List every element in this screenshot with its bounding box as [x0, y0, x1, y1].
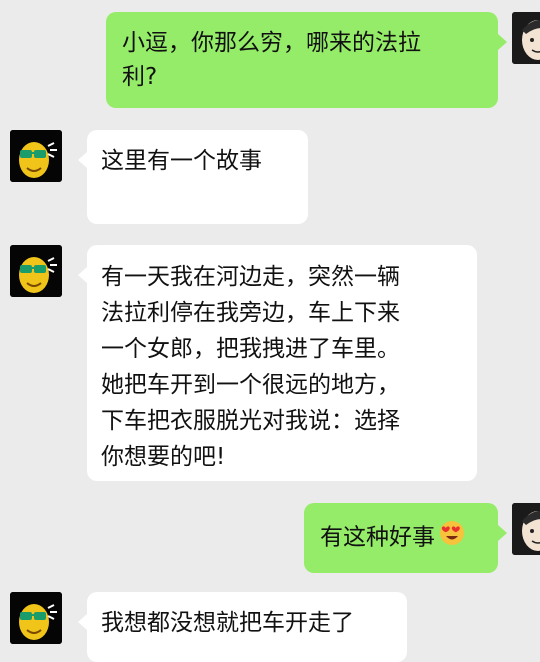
sender-avatar[interactable] [10, 245, 62, 297]
sketch-face-icon [512, 12, 540, 64]
sunglasses-cartoon-icon [10, 245, 62, 297]
message-text: 这里有一个故事 [101, 148, 262, 174]
sender-avatar[interactable] [10, 592, 62, 644]
bubble-tail [78, 152, 87, 168]
message-text: 有一天我在河边走，突然一辆 法拉利停在我旁边，车上下来 一个女郎，把我拽进了车里… [101, 264, 400, 470]
bubble-tail [498, 525, 507, 541]
message-text: 我想都没想就把车开走了 [101, 610, 354, 636]
sender-avatar[interactable] [10, 130, 62, 182]
outgoing-message-bubble[interactable]: 有这种好事 [304, 503, 507, 573]
bubble-tail [498, 34, 507, 50]
heart-eyes-emoji-icon [439, 520, 465, 556]
incoming-message-bubble[interactable]: 这里有一个故事 [78, 130, 308, 224]
incoming-message-bubble[interactable]: 有一天我在河边走，突然一辆 法拉利停在我旁边，车上下来 一个女郎，把我拽进了车里… [78, 245, 477, 481]
message-text: 小逗，你那么穷，哪来的法拉 利? [122, 30, 421, 90]
incoming-message-bubble[interactable]: 我想都没想就把车开走了 [78, 592, 407, 662]
outgoing-message-bubble[interactable]: 小逗，你那么穷，哪来的法拉 利? [106, 12, 507, 108]
message-text: 有这种好事 [320, 524, 435, 551]
sunglasses-cartoon-icon [10, 592, 62, 644]
self-avatar[interactable] [512, 12, 540, 64]
bubble-tail [78, 267, 87, 283]
bubble-tail [78, 614, 87, 630]
sunglasses-cartoon-icon [10, 130, 62, 182]
chat-area: 小逗，你那么穷，哪来的法拉 利? 这里有一个故事 有一天我在河边走，突然一辆 法… [0, 0, 540, 662]
self-avatar[interactable] [512, 503, 540, 555]
sketch-face-icon [512, 503, 540, 555]
